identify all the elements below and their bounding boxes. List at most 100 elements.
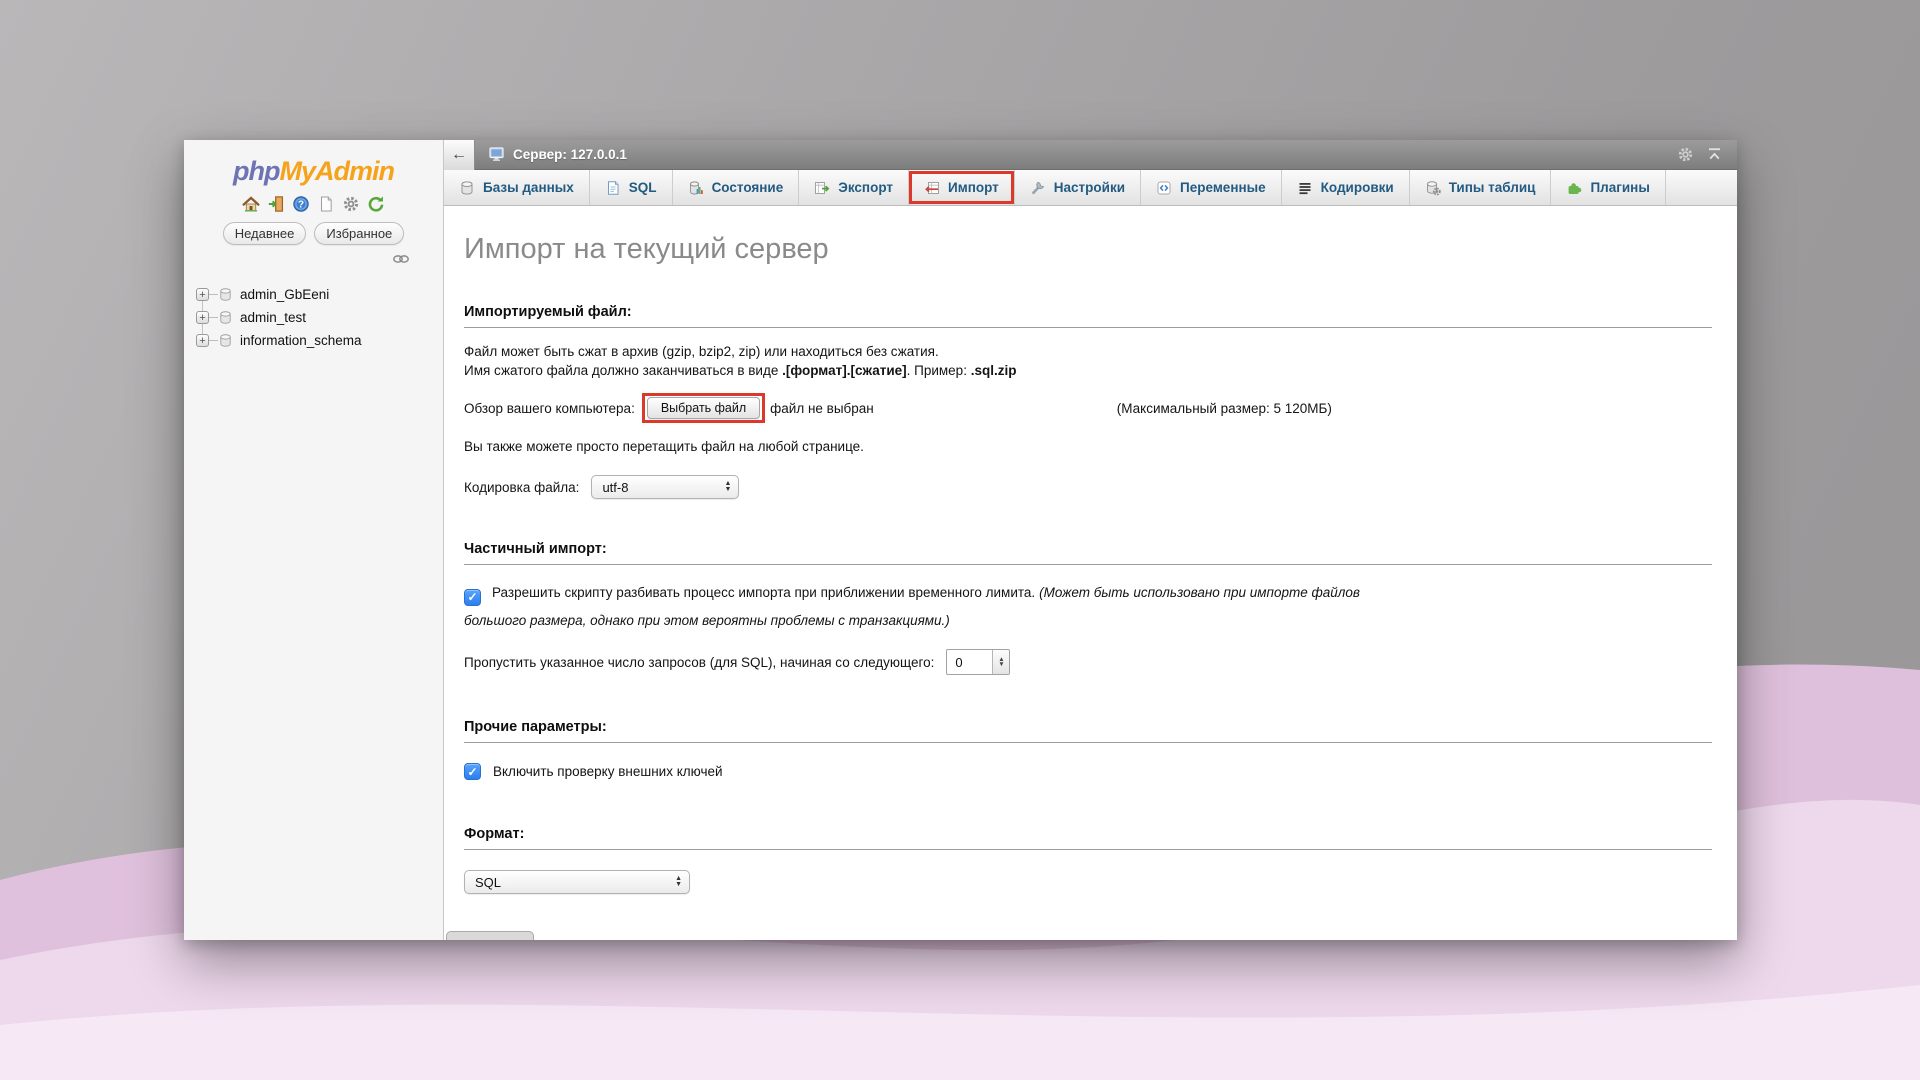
refresh-icon[interactable] (367, 195, 385, 213)
database-icon (218, 333, 233, 348)
link-icon[interactable] (391, 253, 411, 265)
skip-queries-value: 0 (947, 650, 992, 674)
partial-import-option: ✓Разрешить скрипту разбивать процесс имп… (464, 579, 1389, 635)
console-tab[interactable] (446, 931, 534, 940)
hint-format: .[формат].[сжатие] (782, 363, 907, 378)
select-arrows-icon: ▲▼ (667, 876, 682, 888)
foreign-key-checkbox[interactable]: ✓ (464, 763, 481, 780)
engines-icon (1425, 180, 1441, 196)
main-panel: ← Сервер: 127.0.0.1 Базы данных (444, 140, 1737, 940)
titlebar-actions (1677, 146, 1737, 163)
tab-label: SQL (629, 180, 657, 195)
charset-select[interactable]: utf-8 ▲▼ (591, 475, 739, 499)
sidebar: phpMyAdmin ? Недавнее Избранное (184, 140, 444, 940)
tab-import[interactable]: Импорт (909, 170, 1015, 205)
tab-engines[interactable]: Типы таблиц (1410, 170, 1552, 205)
allow-interrupt-checkbox[interactable]: ✓ (464, 589, 481, 606)
page-title: Импорт на текущий сервер (464, 233, 1712, 266)
phpmyadmin-window: phpMyAdmin ? Недавнее Избранное (184, 140, 1737, 940)
sidebar-link-row (184, 253, 443, 265)
check-icon: ✓ (467, 583, 477, 611)
wrench-icon (1030, 180, 1046, 196)
exit-icon[interactable] (267, 195, 285, 213)
tree-label[interactable]: information_schema (240, 333, 362, 348)
tree-label[interactable]: admin_GbEeni (240, 287, 329, 302)
arrow-down-glyph: ▼ (725, 487, 732, 493)
max-size-label: (Максимальный размер: 5 120МБ) (1117, 401, 1332, 416)
arrow-down-glyph: ▼ (675, 882, 682, 888)
format-select[interactable]: SQL ▲▼ (464, 870, 690, 894)
tree-label[interactable]: admin_test (240, 310, 306, 325)
gear-icon[interactable] (1677, 146, 1694, 163)
tree-connector (209, 294, 218, 295)
expand-icon[interactable]: + (196, 288, 209, 301)
export-icon (814, 180, 830, 196)
import-icon (924, 180, 940, 196)
section-file-to-import: Импортируемый файл: (464, 304, 1712, 328)
tab-charsets[interactable]: Кодировки (1282, 170, 1410, 205)
back-button[interactable]: ← (444, 140, 475, 170)
arrow-down-glyph: ▼ (998, 662, 1004, 668)
settings-icon[interactable] (342, 195, 360, 213)
tab-export[interactable]: Экспорт (799, 170, 909, 205)
hint-text: . Пример: (907, 363, 971, 378)
tab-label: Переменные (1180, 180, 1266, 195)
choose-file-button[interactable]: Выбрать файл (647, 397, 760, 419)
phpmyadmin-logo[interactable]: phpMyAdmin (184, 156, 443, 187)
drag-drop-note: Вы также можете просто перетащить файл н… (464, 437, 1712, 456)
file-button-wrap: Выбрать файл (647, 397, 760, 419)
tab-label: Кодировки (1321, 180, 1394, 195)
collapse-icon[interactable] (1706, 146, 1723, 163)
skip-queries-row: Пропустить указанное число запросов (для… (464, 649, 1712, 675)
file-hint-line1: Файл может быть сжат в архив (gzip, bzip… (464, 342, 1712, 361)
server-titlebar: ← Сервер: 127.0.0.1 (444, 140, 1737, 170)
favorites-button[interactable]: Избранное (314, 222, 404, 245)
stepper-icon[interactable]: ▲▼ (992, 650, 1009, 674)
tab-label: Настройки (1054, 180, 1125, 195)
back-arrow-icon: ← (451, 146, 467, 164)
format-select-value: SQL (475, 875, 501, 890)
server-monitor-icon (489, 147, 506, 162)
tab-databases[interactable]: Базы данных (444, 170, 590, 205)
server-tabbar: Базы данных SQL Состояние Экспорт (444, 170, 1737, 206)
tree-item-admin-gbeeni[interactable]: + admin_GbEeni (196, 283, 443, 306)
charsets-icon (1297, 180, 1313, 196)
section-other-options: Прочие параметры: (464, 719, 1712, 743)
browse-label: Обзор вашего компьютера: (464, 401, 635, 416)
help-icon[interactable]: ? (292, 195, 310, 213)
foreign-key-label: Включить проверку внешних ключей (493, 764, 723, 779)
tab-variables[interactable]: Переменные (1141, 170, 1282, 205)
tree-item-information-schema[interactable]: + information_schema (196, 329, 443, 352)
tab-status[interactable]: Состояние (673, 170, 800, 205)
docs-icon[interactable] (317, 195, 335, 213)
charset-label: Кодировка файла: (464, 480, 579, 495)
file-hint-line2: Имя сжатого файла должно заканчиваться в… (464, 361, 1712, 380)
tab-sql[interactable]: SQL (590, 170, 673, 205)
tab-label: Базы данных (483, 180, 574, 195)
charset-select-value: utf-8 (602, 480, 628, 495)
check-icon: ✓ (467, 765, 477, 779)
tab-settings[interactable]: Настройки (1015, 170, 1141, 205)
tab-label: Плагины (1590, 180, 1649, 195)
logo-myadmin: MyAdmin (279, 156, 394, 186)
tree-item-admin-test[interactable]: + admin_test (196, 306, 443, 329)
database-tree: + admin_GbEeni + admin_test + (196, 283, 443, 352)
status-chart-icon (688, 180, 704, 196)
svg-text:?: ? (298, 200, 304, 211)
hint-example: .sql.zip (971, 363, 1017, 378)
database-icon (218, 310, 233, 325)
plus-glyph: + (199, 290, 205, 300)
database-icon (218, 287, 233, 302)
home-icon[interactable] (242, 195, 260, 213)
recent-button[interactable]: Недавнее (223, 222, 307, 245)
tree-connector (209, 340, 218, 341)
skip-queries-input[interactable]: 0 ▲▼ (946, 649, 1010, 675)
plugins-icon (1566, 180, 1582, 196)
no-file-chosen-label: файл не выбран (770, 401, 874, 416)
expand-icon[interactable]: + (196, 311, 209, 324)
tab-plugins[interactable]: Плагины (1551, 170, 1665, 205)
plus-glyph: + (199, 313, 205, 323)
expand-icon[interactable]: + (196, 334, 209, 347)
tab-label: Состояние (712, 180, 784, 195)
tab-label: Импорт (948, 180, 999, 195)
